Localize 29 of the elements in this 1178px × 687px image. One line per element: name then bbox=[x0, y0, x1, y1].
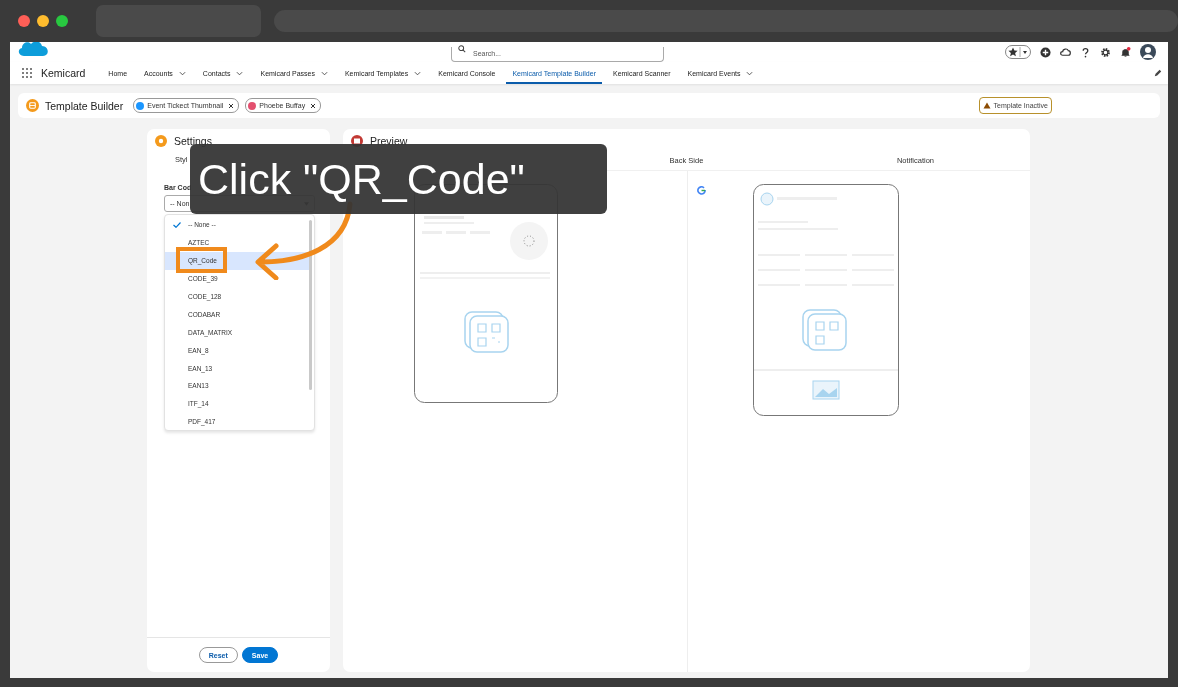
chevron-icon[interactable] bbox=[178, 70, 186, 76]
settings-icon[interactable] bbox=[1100, 46, 1111, 58]
search-icon bbox=[458, 45, 466, 53]
avatar-icon[interactable] bbox=[1140, 44, 1156, 60]
cloud-icon[interactable] bbox=[1060, 46, 1071, 58]
chevron-icon[interactable] bbox=[236, 70, 244, 76]
remove-icon[interactable] bbox=[310, 102, 317, 109]
g-logo-icon bbox=[697, 186, 706, 195]
notifications-icon[interactable] bbox=[1120, 46, 1131, 58]
instruction-tooltip: Click "QR_Code" bbox=[190, 144, 607, 214]
cloud-logo-icon[interactable] bbox=[16, 42, 50, 58]
page-title: Template Builder bbox=[45, 99, 124, 112]
highlight-frame bbox=[176, 247, 227, 273]
scrollbar[interactable] bbox=[309, 220, 312, 390]
panel-title: Preview bbox=[370, 135, 408, 147]
template-icon bbox=[26, 99, 39, 112]
app-name: Kemicard bbox=[41, 67, 86, 79]
minimize-window-button[interactable] bbox=[37, 15, 49, 27]
close-window-button[interactable] bbox=[18, 15, 30, 27]
help-icon[interactable] bbox=[1080, 46, 1091, 58]
remove-icon[interactable] bbox=[228, 102, 235, 109]
chevron-icon[interactable] bbox=[746, 70, 754, 76]
settings-section-icon bbox=[155, 135, 167, 147]
add-icon[interactable] bbox=[1040, 46, 1051, 58]
zoom-window-button[interactable] bbox=[55, 15, 68, 27]
chevron-icon[interactable] bbox=[320, 70, 328, 76]
chevron-icon[interactable] bbox=[414, 70, 422, 76]
pencil-icon[interactable] bbox=[1154, 69, 1162, 77]
app-launcher-icon[interactable] bbox=[22, 68, 32, 78]
